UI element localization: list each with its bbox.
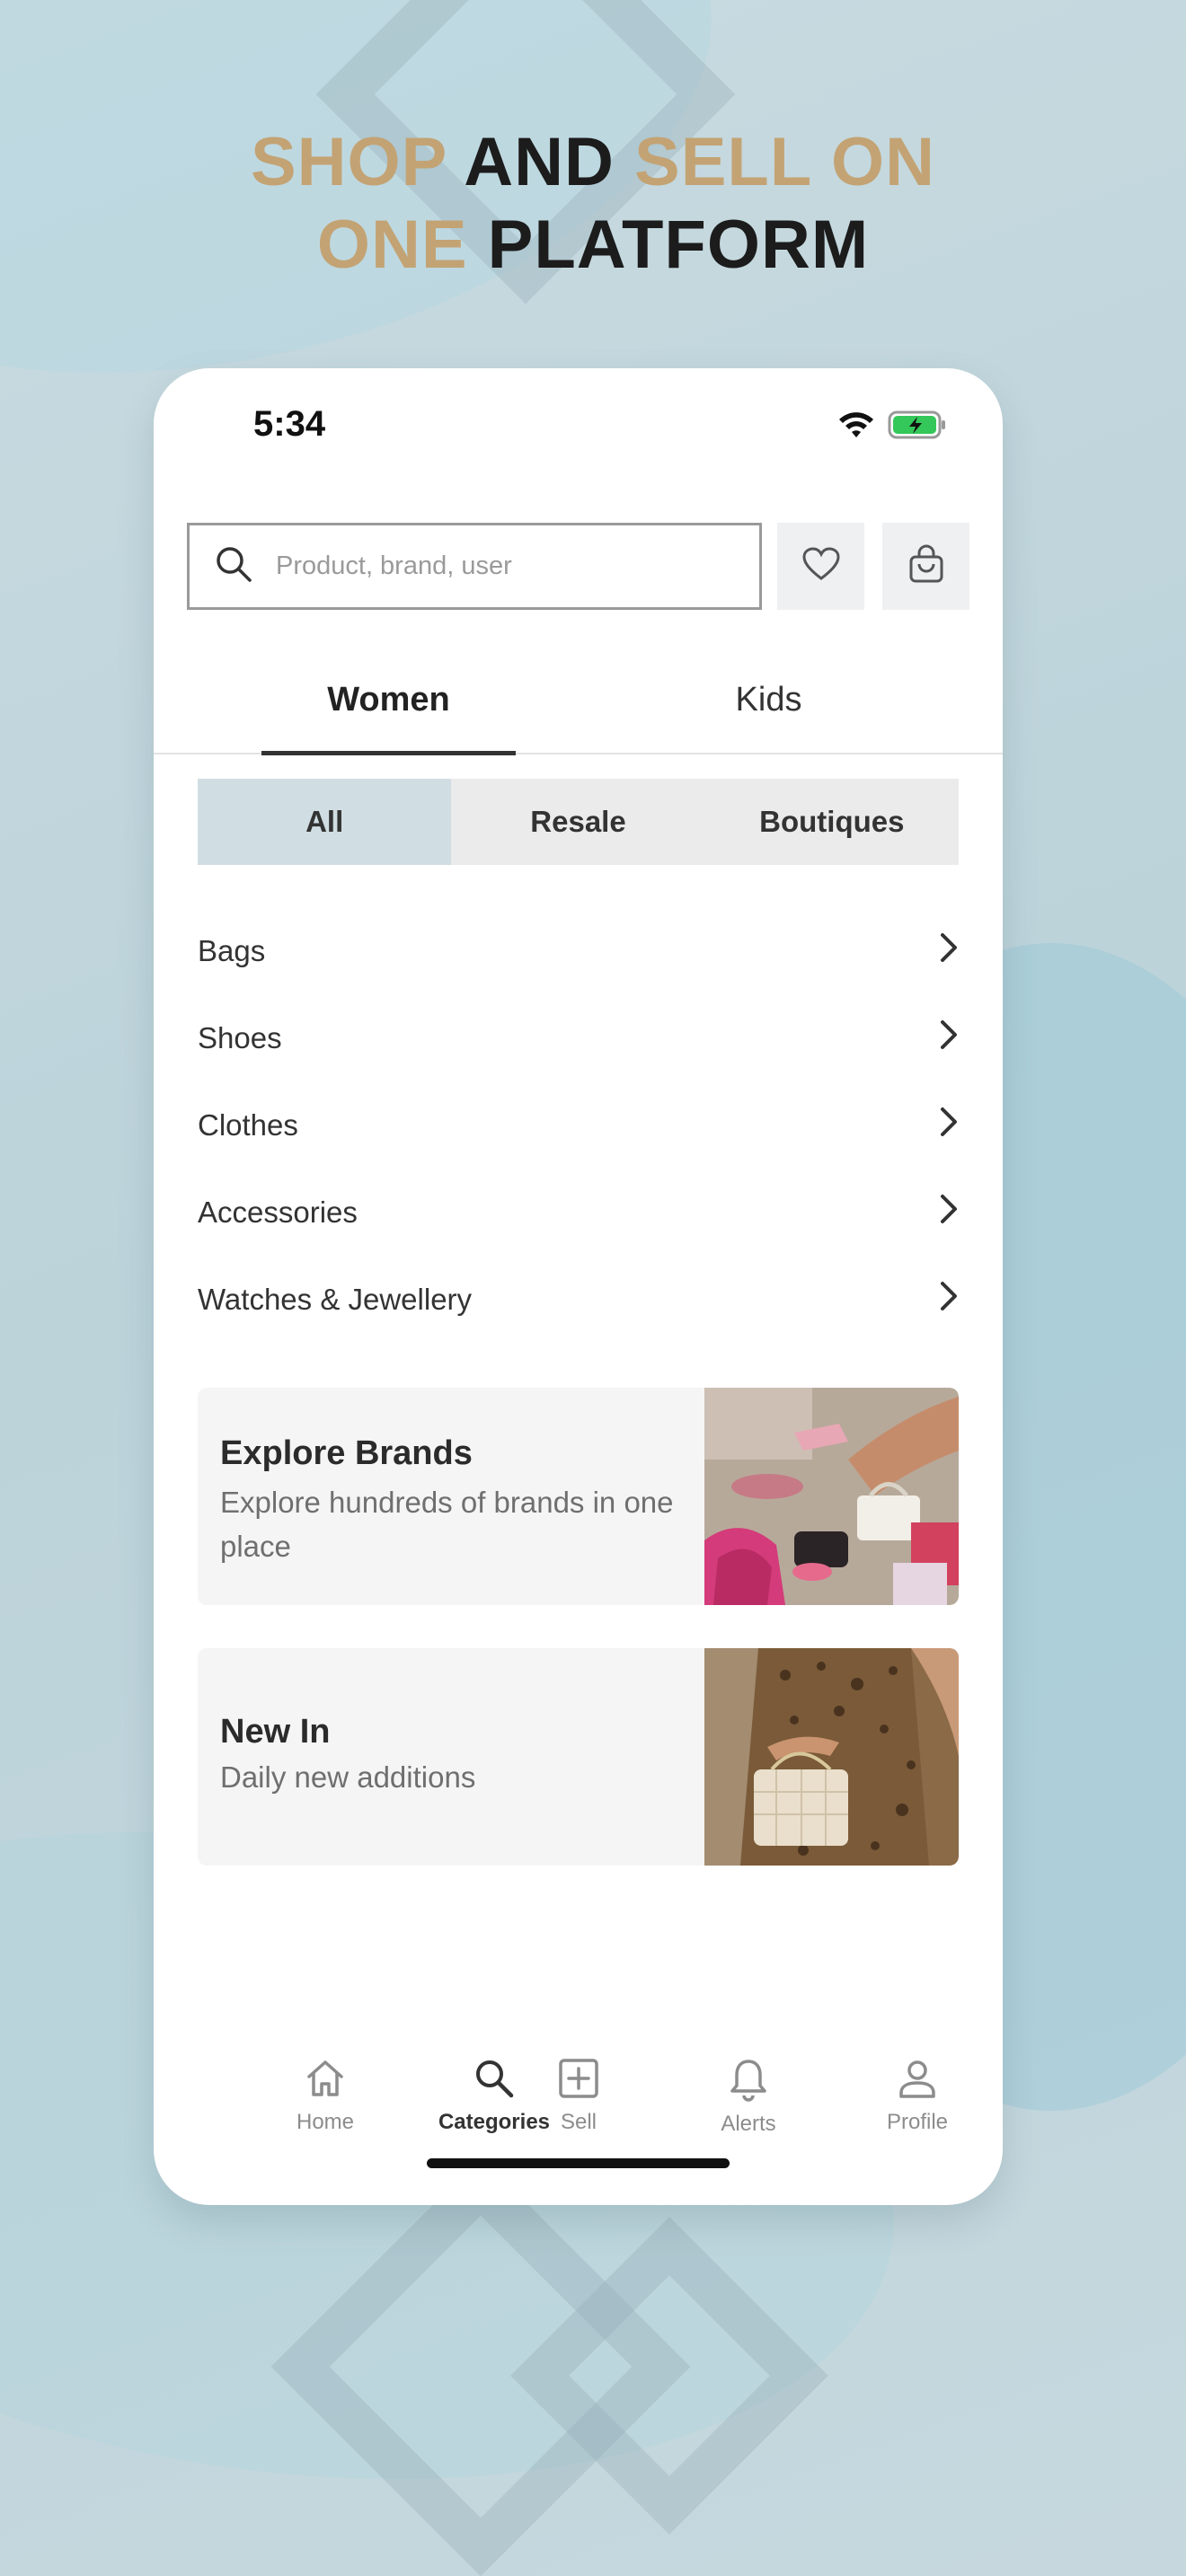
tab-label: Profile: [886, 2110, 949, 2134]
promo-text: Explore Brands Explore hundreds of brand…: [220, 1434, 687, 1568]
phone-screen: 5:34 Product, brand, user Women Kids All…: [154, 368, 1003, 2205]
tab-label: Home: [296, 2110, 355, 2134]
tab-label: Kids: [735, 681, 802, 719]
tab-profile[interactable]: Profile: [850, 2057, 985, 2135]
segment-boutiques[interactable]: Boutiques: [705, 779, 959, 865]
category-item-watches-jewellery[interactable]: Watches & Jewellery: [198, 1256, 959, 1343]
promo-subtitle: Explore hundreds of brands in one place: [220, 1486, 674, 1563]
search-input[interactable]: Product, brand, user: [187, 523, 762, 610]
headline-word: ONE: [316, 207, 488, 283]
chevron-right-icon: [939, 932, 959, 970]
search-placeholder: Product, brand, user: [276, 551, 512, 580]
promo-title: Explore Brands: [220, 1434, 473, 1472]
headline-word: AND: [464, 124, 635, 200]
bell-icon: [727, 2057, 770, 2106]
category-label: Bags: [198, 933, 266, 967]
battery-charging-icon: [888, 410, 947, 445]
shopping-bag-icon: [907, 544, 945, 588]
promo-card-explore-brands[interactable]: Explore Brands Explore hundreds of brand…: [198, 1388, 959, 1605]
tab-home[interactable]: Home: [258, 2057, 393, 2135]
headline-line-2: ONE PLATFORM: [0, 204, 1186, 287]
handbags-and-shoes-photo: [704, 1388, 959, 1605]
tab-sell[interactable]: Sell: [511, 2057, 646, 2135]
marketing-headline: SHOP AND SELL ON ONE PLATFORM: [0, 121, 1186, 287]
category-label: Accessories: [198, 1195, 358, 1229]
category-item-shoes[interactable]: Shoes: [198, 994, 959, 1081]
promo-text: New In Daily new additions: [220, 1713, 687, 1799]
category-list: Bags Shoes Clothes Accessories Watches &…: [198, 907, 959, 1343]
tab-label: Sell: [560, 2110, 597, 2134]
category-label: Clothes: [198, 1107, 298, 1142]
category-label: Shoes: [198, 1020, 282, 1054]
category-item-accessories[interactable]: Accessories: [198, 1169, 959, 1256]
plus-square-icon: [557, 2057, 600, 2104]
wishlist-button[interactable]: [777, 523, 864, 610]
category-label: Watches & Jewellery: [198, 1282, 473, 1316]
segment-all[interactable]: All: [198, 779, 452, 865]
cart-button[interactable]: [882, 523, 969, 610]
chevron-right-icon: [939, 1019, 959, 1057]
tab-women[interactable]: Women: [261, 654, 516, 755]
home-indicator: [427, 2158, 730, 2168]
tab-kids[interactable]: Kids: [642, 654, 896, 754]
headline-word: SELL ON: [634, 124, 936, 200]
category-item-bags[interactable]: Bags: [198, 907, 959, 994]
tab-label: Women: [327, 681, 450, 719]
bottom-tab-bar: Home Categories Sell Alerts Profile: [154, 2057, 1003, 2165]
promo-card-new-in[interactable]: New In Daily new additions: [198, 1648, 959, 1866]
chevron-right-icon: [939, 1281, 959, 1319]
woman-with-quilted-bag-photo: [704, 1648, 959, 1866]
status-time: 5:34: [253, 404, 326, 444]
tab-label: Alerts: [721, 2112, 776, 2136]
status-icons: [837, 410, 947, 445]
category-item-clothes[interactable]: Clothes: [198, 1081, 959, 1169]
home-icon: [304, 2057, 347, 2104]
chevron-right-icon: [939, 1194, 959, 1231]
seller-type-segment: All Resale Boutiques: [198, 779, 959, 865]
heart-icon: [801, 546, 841, 587]
chevron-right-icon: [939, 1107, 959, 1144]
person-icon: [896, 2057, 939, 2104]
headline-word: PLATFORM: [487, 207, 870, 283]
wifi-icon: [837, 410, 875, 444]
promo-title: New In: [220, 1713, 331, 1751]
headline-word: SHOP: [250, 124, 465, 200]
tab-alerts[interactable]: Alerts: [681, 2057, 816, 2137]
headline-line-1: SHOP AND SELL ON: [0, 121, 1186, 204]
search-icon: [215, 545, 252, 587]
audience-tabs: Women Kids: [154, 654, 1003, 755]
promo-subtitle: Daily new additions: [220, 1760, 476, 1794]
segment-resale[interactable]: Resale: [451, 779, 704, 865]
search-icon: [473, 2057, 516, 2104]
